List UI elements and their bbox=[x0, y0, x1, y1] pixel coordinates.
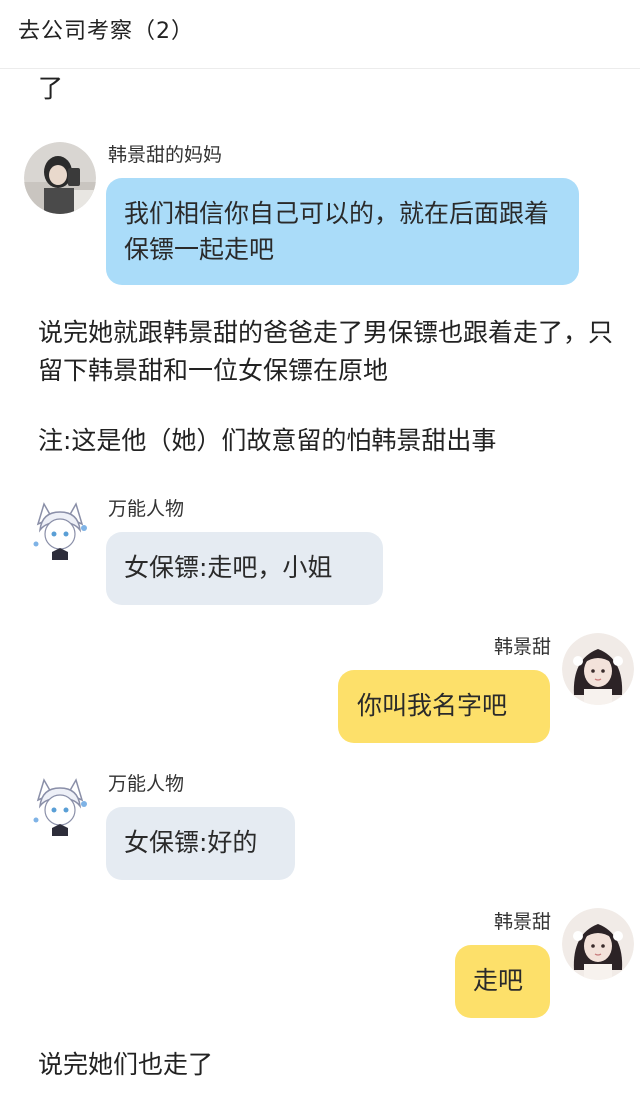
narration-text: 说完她就跟韩景甜的爸爸走了男保镖也跟着走了，只留下韩景甜和一位女保镖在原地 bbox=[38, 318, 614, 385]
sender-name: 万能人物 bbox=[108, 498, 185, 520]
message-bubble[interactable]: 走吧 bbox=[455, 945, 550, 1018]
girl-avatar[interactable] bbox=[562, 908, 634, 980]
narration-note: 注:这是他（她）们故意留的怕韩景甜出事 bbox=[38, 426, 497, 455]
sender-name: 韩景甜的妈妈 bbox=[108, 144, 223, 166]
message-bubble[interactable]: 你叫我名字吧 bbox=[338, 670, 550, 743]
message-bubble[interactable]: 女保镖:走吧，小姐 bbox=[106, 532, 383, 605]
sender-name: 韩景甜 bbox=[493, 636, 551, 658]
mother-avatar[interactable] bbox=[24, 142, 96, 214]
sender-name: 韩景甜 bbox=[493, 911, 551, 933]
anime-character-avatar[interactable] bbox=[24, 494, 96, 566]
top-bar: 去公司考察（2） bbox=[0, 0, 640, 69]
message-bubble[interactable]: 女保镖:好的 bbox=[106, 807, 295, 880]
chat-story-page: 去公司考察（2） 了 韩景甜的妈妈 我们相信你自己可以的，就在后面跟着保镖一起走… bbox=[0, 0, 640, 1111]
narration-ending: 说完她们也走了 bbox=[38, 1050, 214, 1079]
narration-fragment: 了 bbox=[38, 74, 64, 103]
page-title: 去公司考察（2） bbox=[18, 19, 194, 44]
sender-name: 万能人物 bbox=[108, 773, 185, 795]
anime-character-avatar[interactable] bbox=[24, 770, 96, 842]
message-bubble[interactable]: 我们相信你自己可以的，就在后面跟着保镖一起走吧 bbox=[106, 178, 579, 285]
girl-avatar[interactable] bbox=[562, 633, 634, 705]
